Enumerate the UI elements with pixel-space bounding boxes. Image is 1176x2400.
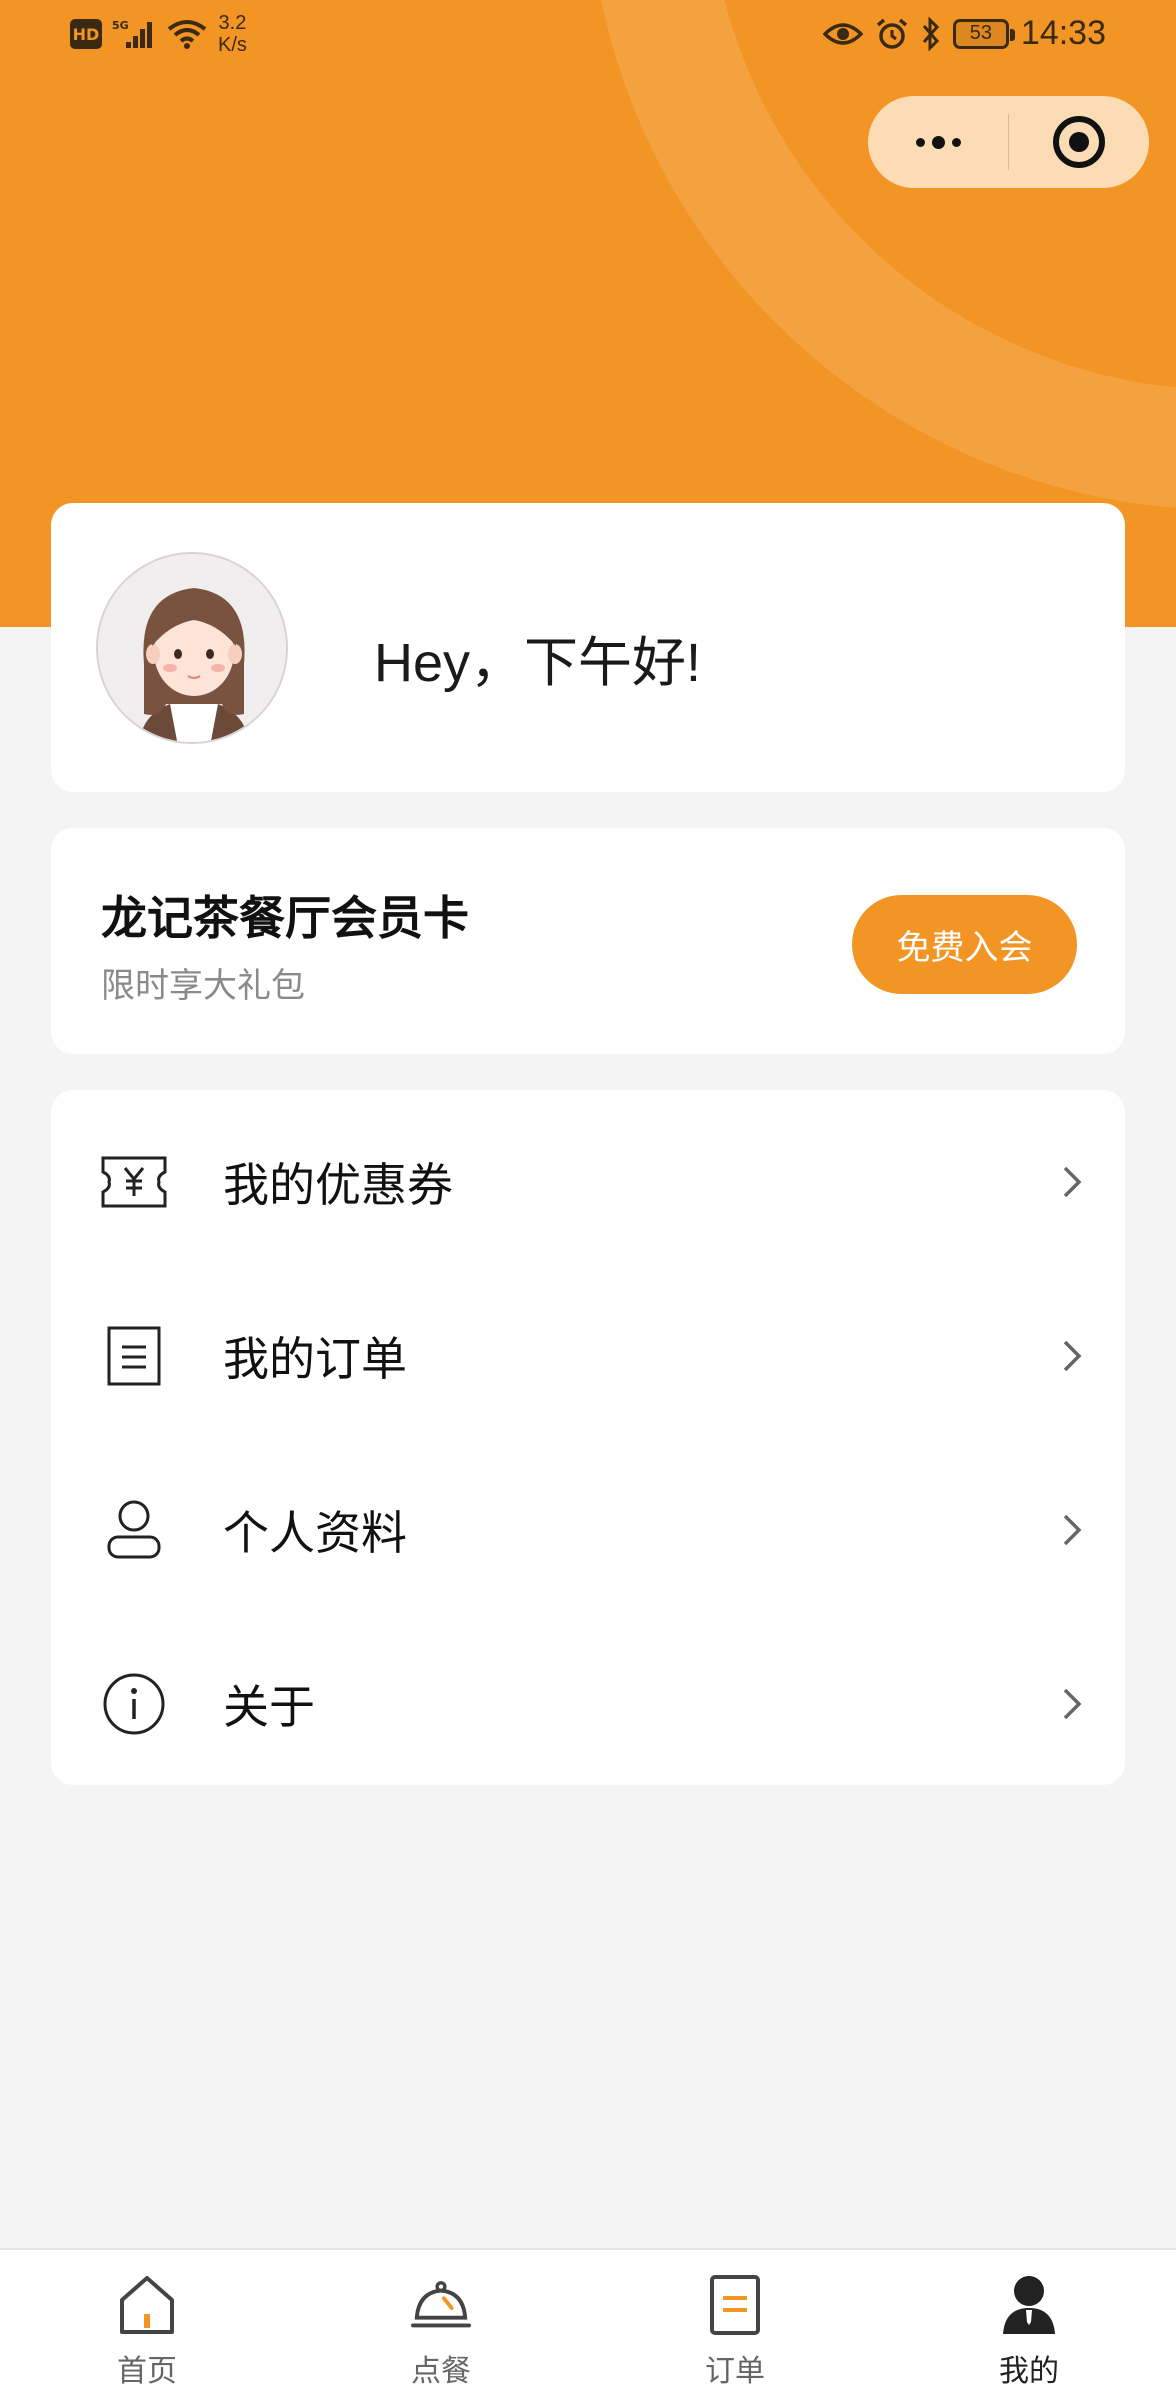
miniprogram-capsule	[868, 96, 1149, 188]
tab-home[interactable]: 首页	[0, 2250, 294, 2400]
network-speed-unit: K/s	[218, 34, 247, 56]
more-button[interactable]	[868, 96, 1008, 188]
network-speed-value: 3.2	[218, 12, 247, 34]
membership-subtitle: 限时享大礼包	[101, 966, 305, 1006]
menu-label-coupons: 我的优惠券	[223, 1158, 453, 1212]
network-type: 5G	[112, 19, 129, 32]
wifi-icon	[167, 20, 207, 49]
join-membership-button[interactable]: 免费入会	[852, 895, 1077, 994]
greeting-text: Hey，下午好!	[374, 633, 702, 693]
cloche-icon	[411, 2272, 471, 2336]
order-icon	[705, 2272, 765, 2336]
decorative-arc	[588, 0, 1176, 510]
tab-label-home: 首页	[117, 2354, 177, 2389]
tab-orders[interactable]: 订单	[588, 2250, 882, 2400]
chevron-right-icon	[1063, 1514, 1082, 1546]
hd-badge: HD	[70, 19, 102, 49]
membership-title: 龙记茶餐厅会员卡	[101, 891, 469, 945]
network-speed: 3.2 K/s	[218, 12, 247, 56]
info-icon	[101, 1671, 167, 1737]
menu-item-coupons[interactable]: 我的优惠券	[51, 1095, 1125, 1269]
coupon-icon	[101, 1149, 167, 1215]
status-left: HD 5G 3.2 K/s	[70, 12, 247, 56]
chevron-right-icon	[1063, 1688, 1082, 1720]
cellular-signal-icon: 5G	[112, 19, 152, 48]
order-list-icon	[101, 1323, 167, 1389]
close-miniprogram-button[interactable]	[1009, 96, 1149, 188]
tab-order-food[interactable]: 点餐	[294, 2250, 588, 2400]
battery-indicator: 53	[952, 18, 1015, 49]
membership-card: 龙记茶餐厅会员卡 限时享大礼包 免费入会	[51, 828, 1125, 1054]
menu-item-profile[interactable]: 个人资料	[51, 1443, 1125, 1617]
menu-label-orders: 我的订单	[223, 1332, 407, 1386]
profile-icon	[999, 2272, 1059, 2336]
home-icon	[117, 2272, 177, 2336]
more-dots-icon	[915, 135, 961, 149]
status-right: 53 14:33	[822, 14, 1106, 53]
bluetooth-icon	[922, 16, 939, 51]
chevron-right-icon	[1063, 1166, 1082, 1198]
tab-mine[interactable]: 我的	[882, 2250, 1176, 2400]
menu-item-orders[interactable]: 我的订单	[51, 1269, 1125, 1443]
avatar[interactable]	[96, 552, 288, 744]
tab-label-orders: 订单	[705, 2354, 765, 2389]
tab-label-order-food: 点餐	[411, 2354, 471, 2389]
tab-label-mine: 我的	[999, 2354, 1059, 2389]
menu-label-profile: 个人资料	[223, 1506, 407, 1560]
target-circle-icon	[1053, 116, 1105, 168]
user-icon	[101, 1497, 167, 1563]
profile-card: Hey，下午好!	[51, 503, 1125, 792]
chevron-right-icon	[1063, 1340, 1082, 1372]
status-time: 14:33	[1020, 14, 1106, 52]
bottom-tab-bar: 首页 点餐 订单 我的	[0, 2248, 1176, 2400]
girl-avatar-icon	[98, 554, 286, 742]
alarm-icon	[876, 18, 908, 49]
menu-label-about: 关于	[223, 1680, 315, 1734]
eye-icon	[822, 22, 863, 45]
menu-list: 我的优惠券 我的订单 个人资料 关于	[51, 1090, 1125, 1785]
menu-item-about[interactable]: 关于	[51, 1617, 1125, 1791]
status-bar: HD 5G 3.2 K/s 53 14:33	[0, 0, 1176, 72]
